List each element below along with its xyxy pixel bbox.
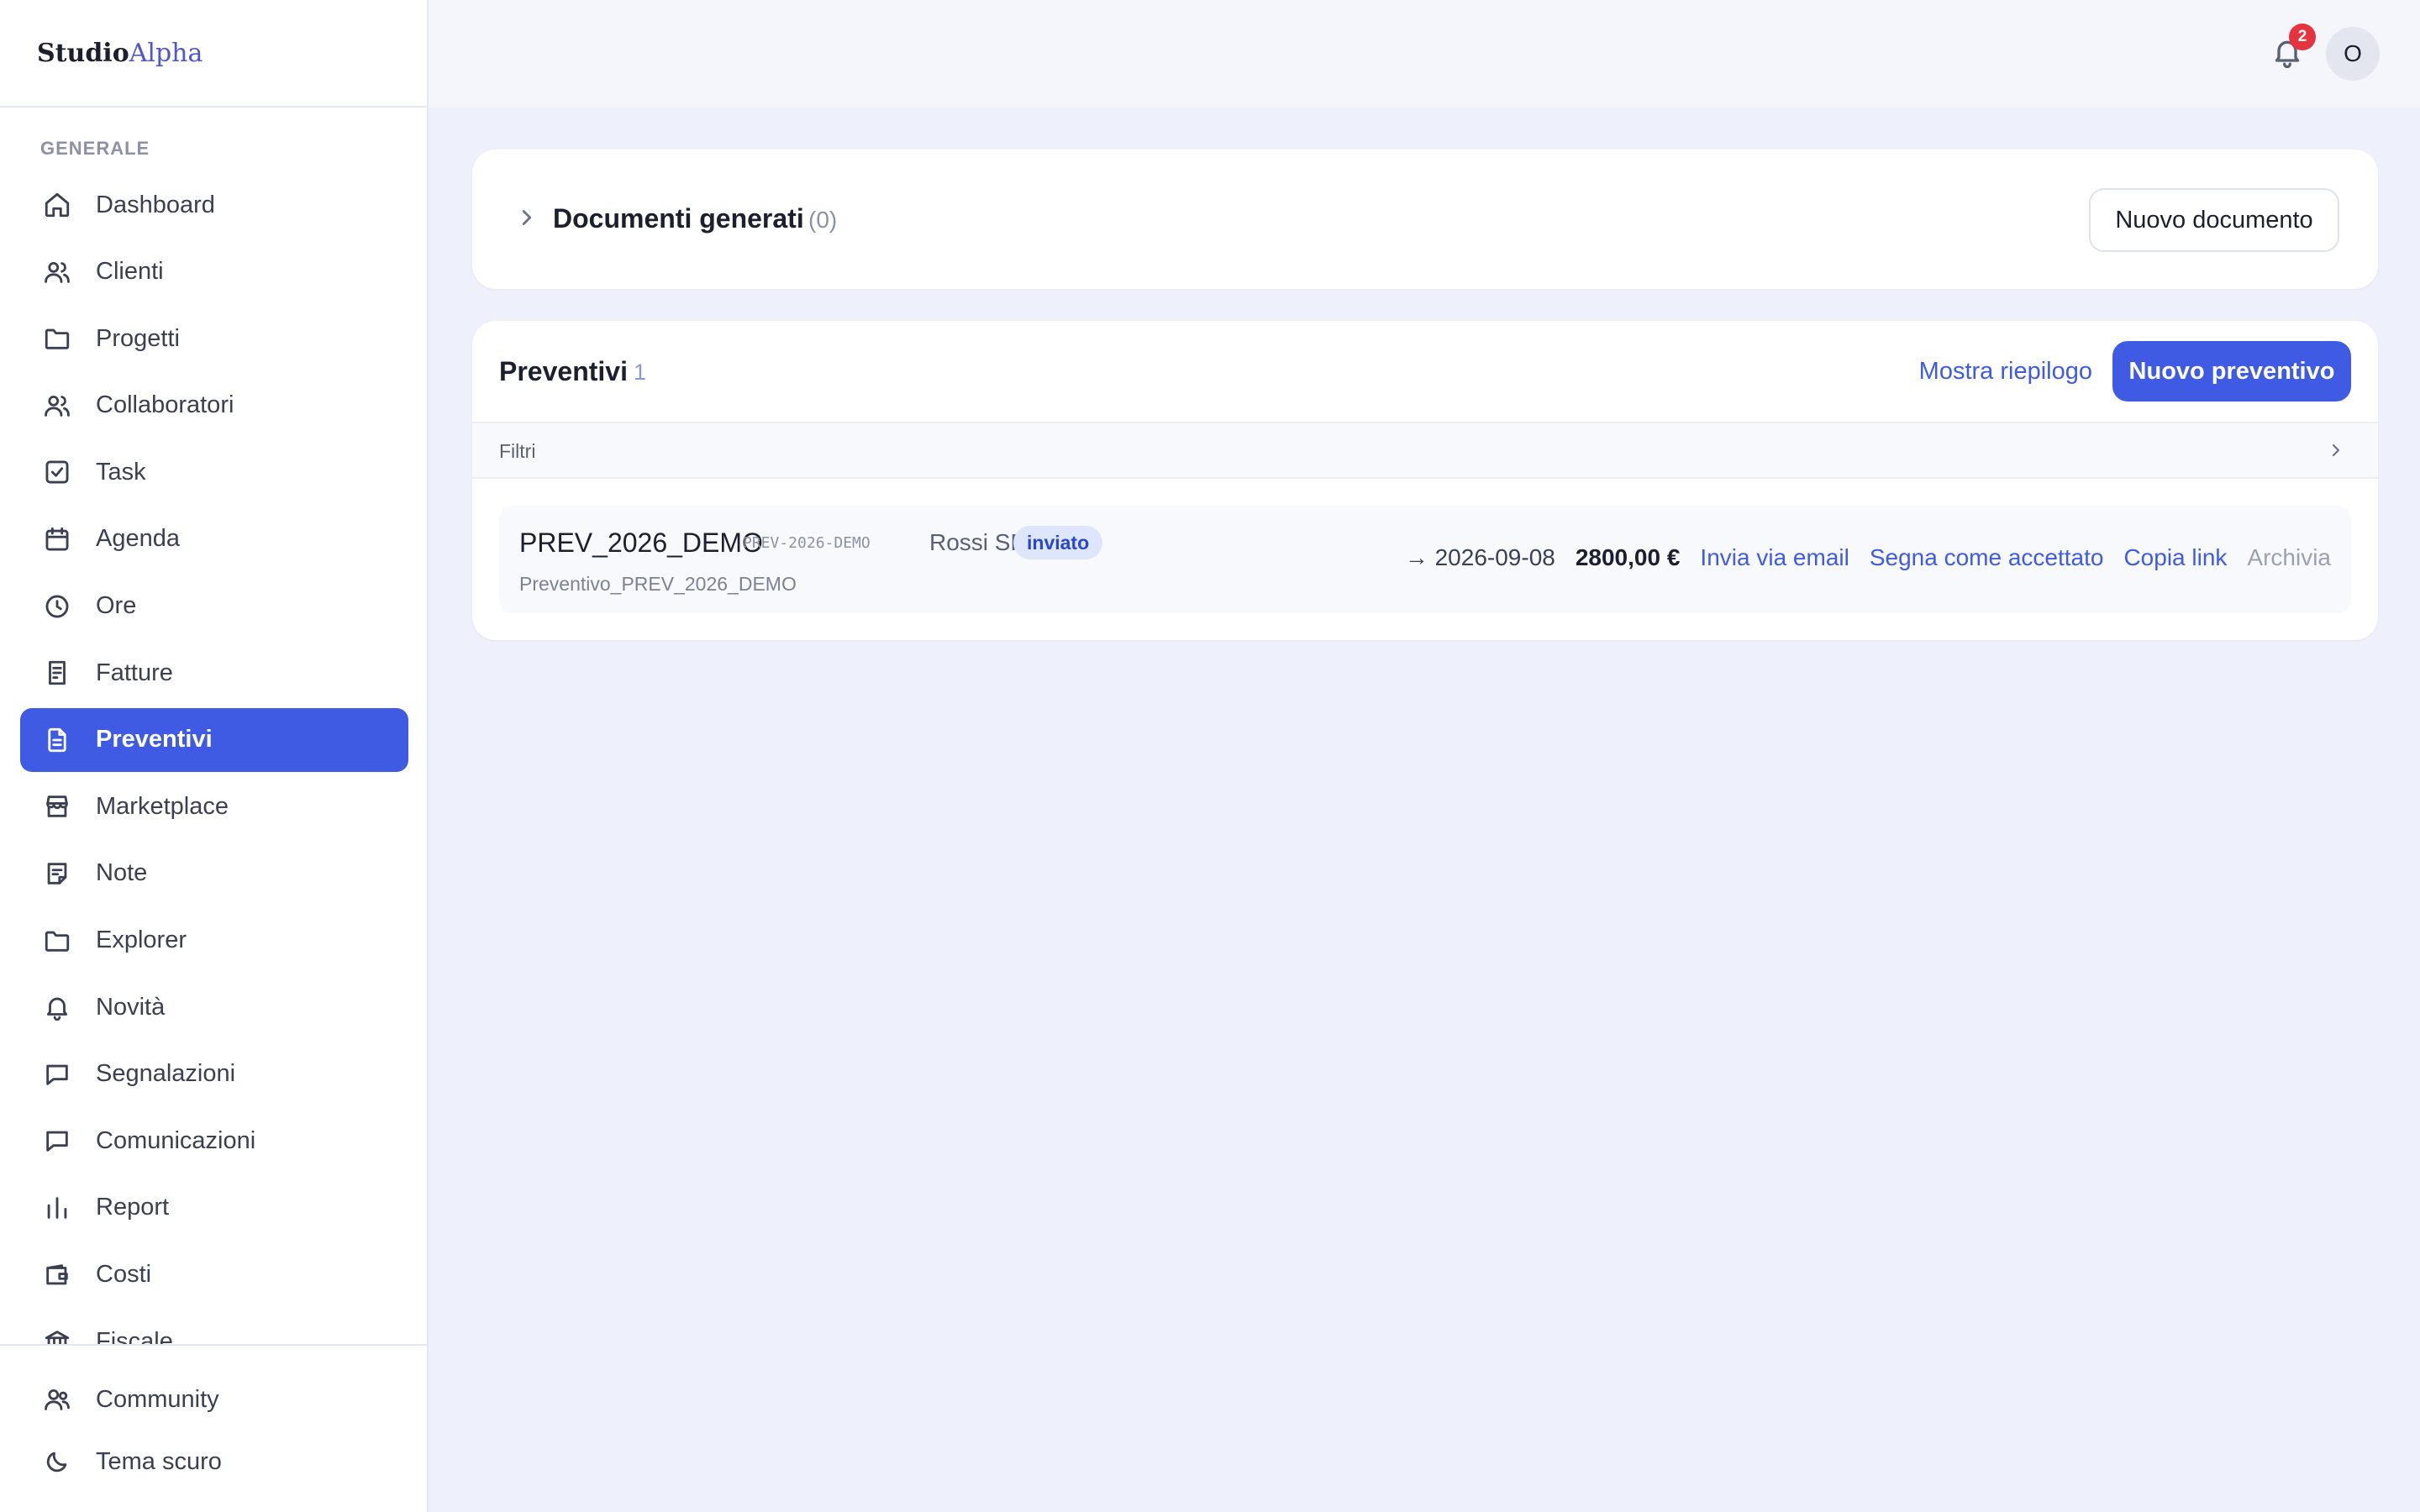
clock-icon bbox=[40, 590, 74, 623]
sidebar-item-progetti[interactable]: Progetti bbox=[20, 307, 408, 370]
bell-icon bbox=[40, 990, 74, 1024]
users-icon bbox=[40, 389, 74, 423]
dark-theme-label: Tema scuro bbox=[96, 1447, 222, 1475]
sidebar-item-explorer[interactable]: Explorer bbox=[20, 909, 408, 973]
sidebar-item-novita[interactable]: Novità bbox=[20, 975, 408, 1039]
sidebar-item-costi[interactable]: Costi bbox=[20, 1243, 408, 1307]
sidebar-item-fiscale[interactable]: Fiscale bbox=[20, 1310, 408, 1347]
sidebar-item-label: Report bbox=[96, 1194, 170, 1221]
users-icon bbox=[40, 255, 74, 289]
quote-amount: 2800,00 € bbox=[1575, 544, 1681, 570]
sidebar-item-label: Preventivi bbox=[96, 726, 213, 753]
sidebar-item-label: Explorer bbox=[96, 927, 187, 954]
quote-row[interactable]: PREV_2026_DEMO PREV-2026-DEMO Rossi SRL … bbox=[499, 506, 2351, 613]
sidebar-nav: Dashboard Clienti Progetti Collaboratori… bbox=[20, 173, 408, 1347]
community-label: Community bbox=[96, 1385, 219, 1413]
file-text-icon bbox=[40, 723, 74, 757]
brand-part-1: Studio bbox=[37, 38, 129, 68]
sidebar-item-label: Clienti bbox=[96, 258, 164, 286]
status-badge: inviato bbox=[1013, 526, 1103, 559]
quote-code: PREV-2026-DEMO bbox=[743, 534, 871, 552]
documents-count: (0) bbox=[808, 207, 838, 233]
note-icon bbox=[40, 857, 74, 890]
check-square-icon bbox=[40, 455, 74, 489]
user-avatar[interactable]: O bbox=[2326, 27, 2380, 81]
sidebar-item-clienti[interactable]: Clienti bbox=[20, 240, 408, 304]
sidebar-item-report[interactable]: Report bbox=[20, 1176, 408, 1240]
sidebar-item-fatture[interactable]: Fatture bbox=[20, 641, 408, 705]
mark-accepted-link[interactable]: Segna come accettato bbox=[1870, 544, 2104, 571]
chevron-right-icon bbox=[2326, 440, 2348, 462]
sidebar-item-label: Novità bbox=[96, 993, 166, 1021]
new-quote-button[interactable]: Nuovo preventivo bbox=[2112, 341, 2351, 402]
sidebar-section-label: GENERALE bbox=[40, 138, 150, 159]
show-summary-link[interactable]: Mostra riepilogo bbox=[1919, 358, 2092, 386]
copy-link-link[interactable]: Copia link bbox=[2123, 544, 2227, 571]
sidebar-item-label: Segnalazioni bbox=[96, 1060, 236, 1088]
receipt-icon bbox=[40, 656, 74, 690]
sidebar-item-preventivi[interactable]: Preventivi bbox=[20, 707, 408, 772]
sidebar-item-label: Agenda bbox=[96, 525, 180, 553]
top-bar: 2 O bbox=[429, 0, 2420, 108]
brand-part-2: Alpha bbox=[129, 38, 203, 68]
users-icon bbox=[40, 1383, 74, 1416]
quote-actions: → 2026-09-08 2800,00 € Invia via email S… bbox=[1405, 544, 2331, 571]
bar-chart-icon bbox=[40, 1191, 74, 1225]
sidebar-item-dashboard[interactable]: Dashboard bbox=[20, 173, 408, 237]
sidebar-item-label: Costi bbox=[96, 1261, 152, 1288]
quotes-card: Preventivi 1 Mostra riepilogo Nuovo prev… bbox=[472, 321, 2378, 640]
sidebar-item-label: Task bbox=[96, 458, 146, 486]
wallet-icon bbox=[40, 1258, 74, 1292]
documents-title[interactable]: Documenti generati bbox=[553, 203, 804, 234]
quote-expiry-date: → 2026-09-08 bbox=[1404, 544, 1555, 570]
sidebar-item-label: Progetti bbox=[96, 324, 180, 352]
sidebar-item-marketplace[interactable]: Marketplace bbox=[20, 774, 408, 838]
notifications-badge: 2 bbox=[2289, 24, 2316, 50]
quote-name[interactable]: PREV_2026_DEMO bbox=[519, 528, 763, 559]
chevron-right-icon[interactable] bbox=[514, 205, 541, 232]
dark-theme-toggle[interactable]: Tema scuro bbox=[40, 1445, 222, 1478]
sidebar: Studio Alpha GENERALE Dashboard Clienti P… bbox=[0, 0, 429, 1512]
sidebar-item-note[interactable]: Note bbox=[20, 842, 408, 906]
filters-bar[interactable]: Filtri bbox=[472, 422, 2378, 479]
message-icon bbox=[40, 1124, 74, 1158]
sidebar-item-label: Note bbox=[96, 859, 148, 887]
quotes-title: Preventivi bbox=[499, 356, 628, 386]
sidebar-item-task[interactable]: Task bbox=[20, 440, 408, 504]
archive-link[interactable]: Archivia bbox=[2247, 544, 2331, 571]
sidebar-item-label: Dashboard bbox=[96, 191, 215, 218]
brand-logo[interactable]: Studio Alpha bbox=[0, 0, 427, 108]
folder-icon bbox=[40, 924, 74, 958]
sidebar-item-label: Comunicazioni bbox=[96, 1126, 256, 1154]
sidebar-item-collaboratori[interactable]: Collaboratori bbox=[20, 374, 408, 438]
sidebar-item-label: Ore bbox=[96, 592, 137, 620]
sidebar-item-segnalazioni[interactable]: Segnalazioni bbox=[20, 1042, 408, 1106]
moon-icon bbox=[40, 1445, 74, 1478]
sidebar-item-comunicazioni[interactable]: Comunicazioni bbox=[20, 1109, 408, 1173]
community-link[interactable]: Community bbox=[40, 1383, 219, 1416]
calendar-icon bbox=[40, 522, 74, 556]
folder-icon bbox=[40, 322, 74, 355]
sidebar-item-ore[interactable]: Ore bbox=[20, 575, 408, 638]
send-email-link[interactable]: Invia via email bbox=[1700, 544, 1849, 571]
sidebar-footer: Community Tema scuro bbox=[0, 1344, 427, 1512]
new-document-button[interactable]: Nuovo documento bbox=[2089, 188, 2339, 252]
quotes-count: 1 bbox=[634, 360, 647, 385]
quote-filename: Preventivo_PREV_2026_DEMO bbox=[519, 573, 797, 595]
store-icon bbox=[40, 790, 74, 823]
sidebar-item-label: Fatture bbox=[96, 659, 173, 686]
sidebar-item-label: Collaboratori bbox=[96, 391, 234, 419]
documents-card: Documenti generati (0) Nuovo documento bbox=[472, 150, 2378, 289]
message-icon bbox=[40, 1058, 74, 1091]
home-icon bbox=[40, 188, 74, 222]
sidebar-item-label: Marketplace bbox=[96, 792, 229, 820]
sidebar-item-agenda[interactable]: Agenda bbox=[20, 507, 408, 571]
filters-label: Filtri bbox=[499, 440, 536, 462]
